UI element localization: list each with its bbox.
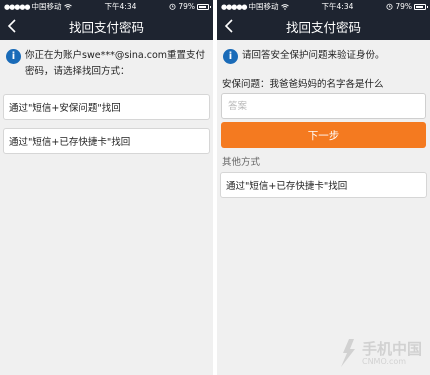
left-phone-screen: ●●●●● 中国移动 下午4:34 79% 找回支付密码 i 你正在为账户swe…: [0, 0, 213, 375]
next-button[interactable]: 下一步: [221, 122, 426, 148]
nav-bar: 找回支付密码: [217, 13, 430, 40]
alarm-icon: [169, 3, 176, 10]
security-question: 安保问题：我爸爸妈妈的名字各是什么: [222, 79, 384, 90]
info-text: 请回答安全保护问题来验证身份。: [242, 50, 385, 61]
back-arrow-icon[interactable]: [6, 18, 20, 34]
option-label: 通过"短信+安保问题"找回: [9, 103, 121, 114]
back-arrow-icon[interactable]: [223, 18, 237, 34]
battery-percent: 79%: [178, 2, 195, 11]
info-message: i 你正在为账户swe***@sina.com重置支付密码，请选择找回方式：: [0, 40, 213, 80]
signal-icon: ●●●●●: [221, 2, 248, 11]
watermark: 手机中国 CNMO.com: [337, 339, 422, 367]
status-time: 下午4:34: [104, 2, 137, 11]
watermark-logo-icon: [340, 339, 355, 367]
wifi-icon: [63, 3, 72, 10]
watermark-sub: CNMO.com: [361, 356, 407, 366]
page-title: 找回支付密码: [68, 20, 144, 35]
status-bar: ●●●●● 中国移动 下午4:34 79%: [217, 0, 430, 13]
battery-icon: [414, 3, 428, 10]
battery-percent: 79%: [395, 2, 412, 11]
answer-input[interactable]: [221, 93, 426, 119]
option-label: 通过"短信+已存快捷卡"找回: [226, 181, 348, 192]
carrier-label: 中国移动: [248, 2, 279, 11]
battery-icon: [197, 3, 211, 10]
other-methods-label: 其他方式: [222, 157, 261, 168]
wifi-icon: [280, 3, 289, 10]
info-icon: i: [6, 49, 21, 64]
page-title: 找回支付密码: [285, 20, 361, 35]
watermark-brand: 手机中国: [361, 339, 422, 358]
signal-icon: ●●●●●: [4, 2, 31, 11]
recover-sms-saved-card-option[interactable]: 通过"短信+已存快捷卡"找回: [220, 172, 427, 198]
info-message: i 请回答安全保护问题来验证身份。: [217, 40, 430, 64]
status-bar: ●●●●● 中国移动 下午4:34 79%: [0, 0, 213, 13]
right-phone-screen: ●●●●● 中国移动 下午4:34 79% 找回支付密码 i 请回答安全保护问题…: [217, 0, 430, 375]
info-icon: i: [223, 49, 238, 64]
option-label: 通过"短信+已存快捷卡"找回: [9, 137, 131, 148]
recover-sms-security-question-option[interactable]: 通过"短信+安保问题"找回: [3, 94, 210, 120]
info-text: 你正在为账户swe***@sina.com重置支付密码，请选择找回方式：: [25, 50, 206, 77]
carrier-label: 中国移动: [31, 2, 62, 11]
nav-bar: 找回支付密码: [0, 13, 213, 40]
recover-sms-saved-card-option[interactable]: 通过"短信+已存快捷卡"找回: [3, 128, 210, 154]
alarm-icon: [386, 3, 393, 10]
status-time: 下午4:34: [321, 2, 354, 11]
